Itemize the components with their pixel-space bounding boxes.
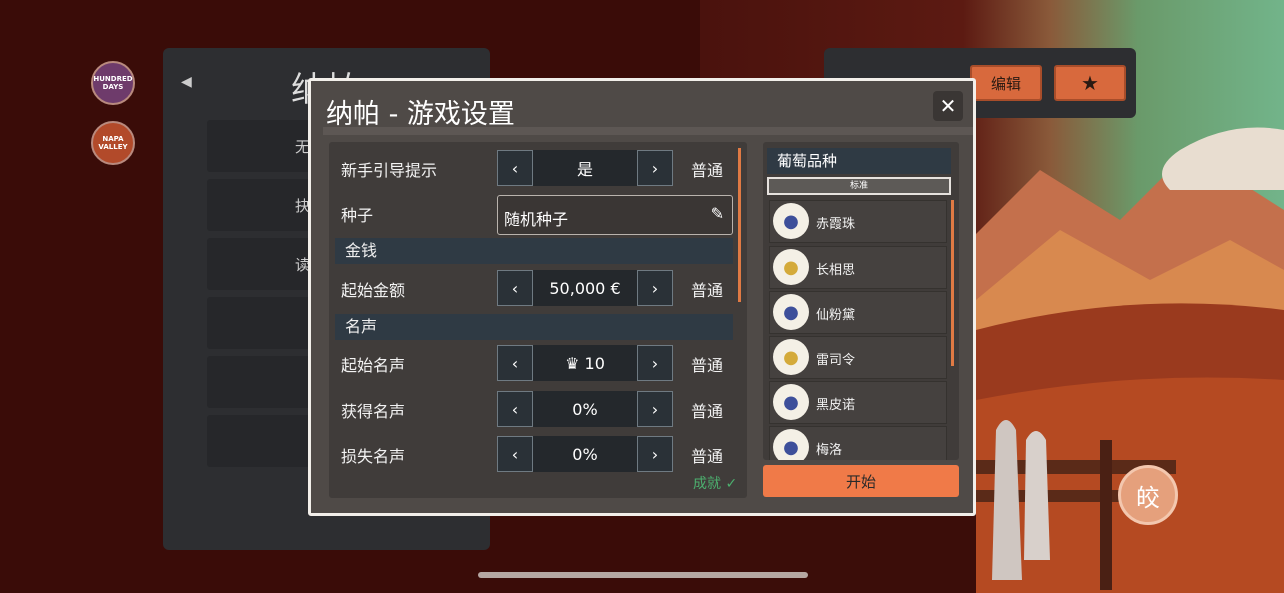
start-fame-label: 起始名声 bbox=[341, 356, 406, 375]
dialog-title: 纳帕 - 游戏设置 bbox=[326, 99, 515, 130]
tutorial-difficulty-tag: 普通 bbox=[691, 161, 724, 180]
lose-fame-row: 损失名声 ‹ 0% › 普通 bbox=[329, 434, 747, 474]
tutorial-stepper: ‹ 是 › bbox=[497, 150, 673, 186]
gold-grape-icon: ● bbox=[773, 339, 809, 375]
tutorial-label: 新手引导提示 bbox=[341, 161, 438, 180]
grape-varieties-panel: 葡萄品种 标准 ● 赤霞珠 ● 长相思 ● 仙粉黛 ● 雷司令 ● 黑皮诺 ● … bbox=[763, 142, 959, 460]
napa-valley-badge-label: NAPA VALLEY bbox=[98, 135, 128, 151]
start-fame-difficulty-tag: 普通 bbox=[691, 356, 724, 375]
blue-grape-icon: ● bbox=[773, 203, 809, 239]
grape-varieties-header: 葡萄品种 bbox=[767, 148, 951, 174]
grapes-scrollbar[interactable] bbox=[951, 200, 954, 366]
game-settings-dialog: 纳帕 - 游戏设置 ✕ 新手引导提示 ‹ 是 › 普通 种子 随机种子 ✎ 金钱… bbox=[308, 78, 976, 516]
blue-grape-icon: ● bbox=[773, 384, 809, 420]
start-fame-value: ♛ 10 bbox=[533, 345, 637, 381]
blue-grape-icon: ● bbox=[773, 429, 809, 460]
tutorial-prev-button[interactable]: ‹ bbox=[497, 150, 533, 186]
start-money-prev-button[interactable]: ‹ bbox=[497, 270, 533, 306]
start-button[interactable]: 开始 bbox=[763, 465, 959, 497]
seed-value: 随机种子 bbox=[504, 210, 569, 229]
lose-fame-stepper: ‹ 0% › bbox=[497, 436, 673, 472]
start-fame-stepper: ‹ ♛ 10 › bbox=[497, 345, 673, 381]
gain-fame-difficulty-tag: 普通 bbox=[691, 402, 724, 421]
blue-grape-icon: ● bbox=[773, 294, 809, 330]
settings-panel: 新手引导提示 ‹ 是 › 普通 种子 随机种子 ✎ 金钱 起始金额 ‹ 50,0… bbox=[329, 142, 747, 498]
edit-pen-icon[interactable]: ✎ bbox=[711, 204, 724, 223]
grape-standard-toggle[interactable]: 标准 bbox=[767, 177, 951, 195]
gain-fame-value: 0% bbox=[533, 391, 637, 427]
lose-fame-value: 0% bbox=[533, 436, 637, 472]
star-icon: ★ bbox=[1081, 71, 1099, 95]
grape-list-item[interactable]: ● 长相思 bbox=[769, 246, 947, 289]
tutorial-value: 是 bbox=[533, 150, 637, 186]
dialog-divider bbox=[323, 127, 973, 135]
settings-scrollbar[interactable] bbox=[738, 148, 741, 302]
grape-list-item[interactable]: ● 仙粉黛 bbox=[769, 291, 947, 334]
tutorial-setting-row: 新手引导提示 ‹ 是 › 普通 bbox=[329, 148, 747, 188]
achievements-label[interactable]: 成就 ✓ bbox=[693, 473, 737, 493]
grape-name: 赤霞珠 bbox=[816, 217, 856, 232]
close-button[interactable]: ✕ bbox=[933, 91, 963, 121]
start-money-label: 起始金额 bbox=[341, 281, 406, 300]
grape-name: 黑皮诺 bbox=[816, 398, 856, 413]
seed-input[interactable]: 随机种子 ✎ bbox=[497, 195, 733, 235]
seed-label: 种子 bbox=[341, 206, 374, 225]
seed-setting-row: 种子 随机种子 ✎ bbox=[329, 193, 747, 235]
home-indicator[interactable] bbox=[478, 572, 808, 578]
back-arrow-icon[interactable]: ◀ bbox=[181, 74, 192, 90]
lose-fame-prev-button[interactable]: ‹ bbox=[497, 436, 533, 472]
napa-valley-badge[interactable]: NAPA VALLEY bbox=[91, 121, 135, 165]
start-money-value: 50,000 € bbox=[533, 270, 637, 306]
start-fame-prev-button[interactable]: ‹ bbox=[497, 345, 533, 381]
grape-list-item[interactable]: ● 黑皮诺 bbox=[769, 381, 947, 424]
start-money-stepper: ‹ 50,000 € › bbox=[497, 270, 673, 306]
fame-section-header: 名声 bbox=[335, 314, 733, 340]
hundred-days-badge[interactable]: HUNDRED DAYS bbox=[91, 61, 135, 105]
grape-list-item[interactable]: ● 梅洛 bbox=[769, 426, 947, 460]
hundred-days-badge-label: HUNDRED DAYS bbox=[93, 75, 133, 91]
lose-fame-label: 损失名声 bbox=[341, 447, 406, 466]
start-money-next-button[interactable]: › bbox=[637, 270, 673, 306]
round-action-button[interactable]: 皎 bbox=[1118, 465, 1178, 525]
grape-name: 仙粉黛 bbox=[816, 308, 856, 323]
start-fame-row: 起始名声 ‹ ♛ 10 › 普通 bbox=[329, 343, 747, 383]
gain-fame-label: 获得名声 bbox=[341, 402, 406, 421]
gain-fame-prev-button[interactable]: ‹ bbox=[497, 391, 533, 427]
grape-name: 雷司令 bbox=[816, 353, 856, 368]
start-fame-next-button[interactable]: › bbox=[637, 345, 673, 381]
close-icon: ✕ bbox=[939, 94, 957, 118]
grape-name: 长相思 bbox=[816, 263, 856, 278]
grape-list-item[interactable]: ● 雷司令 bbox=[769, 336, 947, 379]
money-section-header: 金钱 bbox=[335, 238, 733, 264]
tutorial-next-button[interactable]: › bbox=[637, 150, 673, 186]
start-money-difficulty-tag: 普通 bbox=[691, 281, 724, 300]
lose-fame-next-button[interactable]: › bbox=[637, 436, 673, 472]
gold-grape-icon: ● bbox=[773, 249, 809, 285]
edit-button[interactable]: 编辑 bbox=[970, 65, 1042, 101]
grape-name: 梅洛 bbox=[816, 443, 843, 458]
lose-fame-difficulty-tag: 普通 bbox=[691, 447, 724, 466]
gain-fame-next-button[interactable]: › bbox=[637, 391, 673, 427]
favorite-button[interactable]: ★ bbox=[1054, 65, 1126, 101]
grape-list-item[interactable]: ● 赤霞珠 bbox=[769, 200, 947, 243]
gain-fame-stepper: ‹ 0% › bbox=[497, 391, 673, 427]
start-money-row: 起始金额 ‹ 50,000 € › 普通 bbox=[329, 268, 747, 308]
gain-fame-row: 获得名声 ‹ 0% › 普通 bbox=[329, 389, 747, 429]
